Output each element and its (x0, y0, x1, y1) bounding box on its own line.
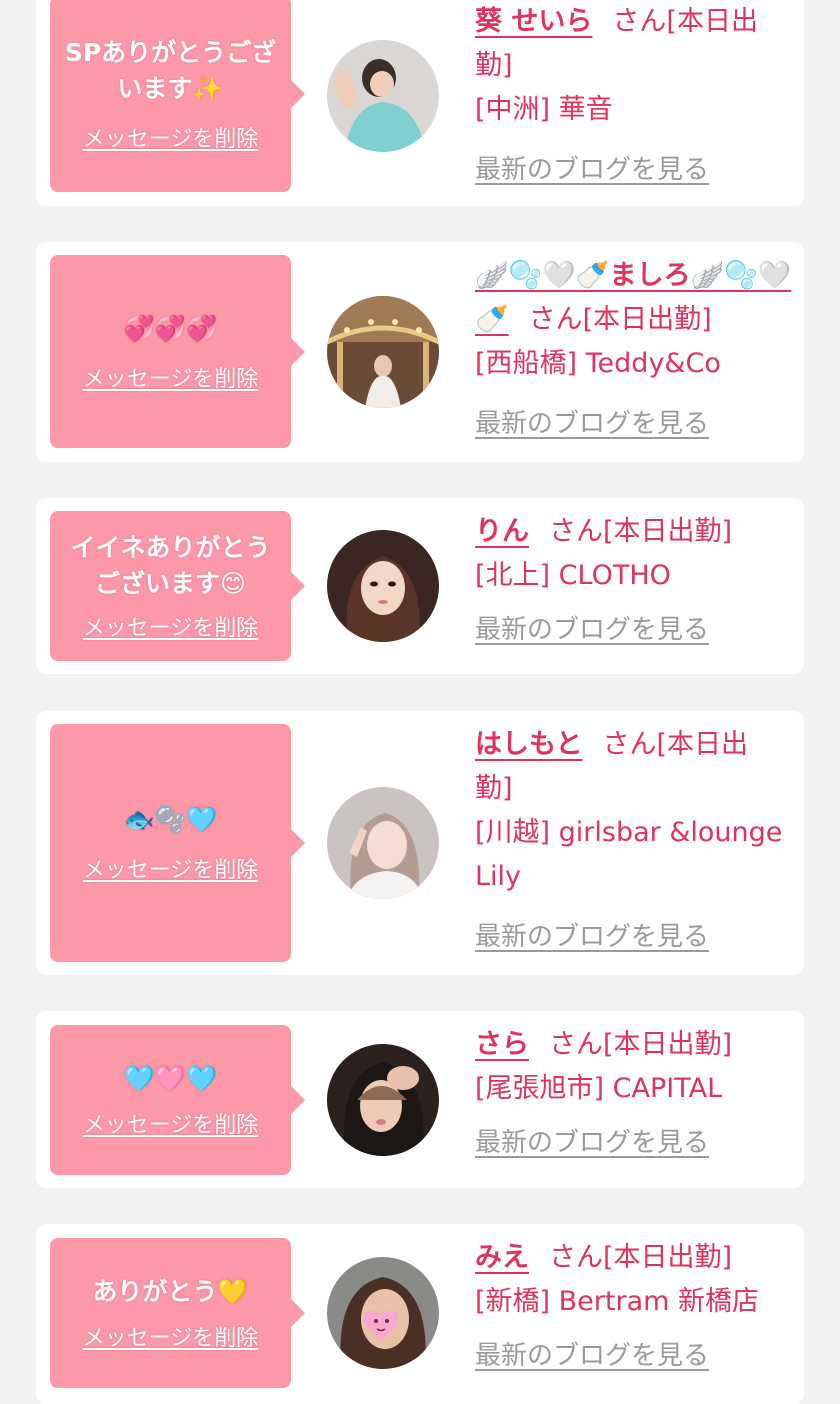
latest-blog-link[interactable]: 最新のブログを見る (475, 1334, 795, 1378)
avatar[interactable] (327, 1257, 439, 1369)
message-bubble: 🐟🫧🩵 メッセージを削除 (50, 724, 305, 962)
girl-info: はしもと さん[本日出勤] [川越] girlsbar &lounge Lily … (475, 723, 785, 959)
avatar[interactable] (327, 1044, 439, 1156)
latest-blog-link[interactable]: 最新のブログを見る (475, 148, 795, 192)
message-text: 🐟🫧🩵 (123, 805, 218, 834)
latest-blog-link[interactable]: 最新のブログを見る (475, 1121, 795, 1165)
girl-info: りん さん[本日出勤] [北上] CLOTHO 最新のブログを見る (475, 510, 795, 652)
message-text: イイネありがとうございます😊 (70, 533, 271, 598)
shop-text: [中洲] 華音 (475, 94, 613, 125)
message-bubble: 🩵🩷🩵 メッセージを削除 (50, 1025, 305, 1175)
shop-text: [尾張旭市] CAPITAL (475, 1073, 723, 1104)
status-text: さん[本日出勤] (549, 1029, 733, 1060)
message-text: SPありがとうございます✨ (64, 38, 277, 103)
latest-blog-link[interactable]: 最新のブログを見る (475, 402, 795, 446)
delete-message-link[interactable]: メッセージを削除 (83, 361, 259, 393)
avatar[interactable] (327, 787, 439, 899)
status-text: さん[本日出勤] (549, 516, 733, 547)
message-card: 🩵🩷🩵 メッセージを削除 さら さん[本日出勤] [尾張旭市] CAPITAL 最… (36, 1011, 804, 1188)
girl-name-link[interactable]: みえ (475, 1242, 529, 1273)
message-card: ありがとう💛 メッセージを削除 みえ さん[本日出勤] [新橋] Bertram … (36, 1224, 804, 1404)
girl-name-link[interactable]: さら (475, 1029, 529, 1060)
message-bubble: 💞💞💞 メッセージを削除 (50, 255, 305, 448)
girl-info: 葵 せいら さん[本日出勤] [中洲] 華音 最新のブログを見る (475, 0, 795, 192)
avatar[interactable] (327, 40, 439, 152)
avatar[interactable] (327, 530, 439, 642)
delete-message-link[interactable]: メッセージを削除 (83, 852, 259, 884)
shop-text: [新橋] Bertram 新橋店 (475, 1286, 760, 1317)
message-text: 💞💞💞 (123, 313, 218, 343)
girl-info: さら さん[本日出勤] [尾張旭市] CAPITAL 最新のブログを見る (475, 1023, 795, 1165)
message-card: 💞💞💞 メッセージを削除 🪽🫧🤍🍼ましろ🪽🫧🤍🍼 さん[本日出勤] [西船橋] T… (36, 242, 804, 462)
message-bubble: ありがとう💛 メッセージを削除 (50, 1238, 305, 1388)
latest-blog-link[interactable]: 最新のブログを見る (475, 608, 795, 652)
avatar[interactable] (327, 296, 439, 408)
status-text: さん[本日出勤] (549, 1242, 733, 1273)
message-bubble: イイネありがとうございます😊 メッセージを削除 (50, 511, 305, 661)
girl-name-link[interactable]: はしもと (475, 729, 582, 760)
delete-message-link[interactable]: メッセージを削除 (83, 610, 259, 642)
message-card: イイネありがとうございます😊 メッセージを削除 りん さん[本日出勤] [北上] … (36, 498, 804, 674)
shop-text: [北上] CLOTHO (475, 560, 671, 591)
girl-info: みえ さん[本日出勤] [新橋] Bertram 新橋店 最新のブログを見る (475, 1236, 795, 1378)
girl-name-link[interactable]: りん (475, 516, 529, 547)
message-text: 🩵🩷🩵 (123, 1064, 218, 1093)
girl-name-link[interactable]: 葵 せいら (475, 6, 592, 37)
status-text: さん[本日出勤] (528, 304, 712, 335)
girl-info: 🪽🫧🤍🍼ましろ🪽🫧🤍🍼 さん[本日出勤] [西船橋] Teddy&Co 最新のブロ… (475, 254, 795, 446)
message-bubble: SPありがとうございます✨ メッセージを削除 (50, 0, 305, 192)
message-text: ありがとう💛 (92, 1277, 249, 1306)
message-card: SPありがとうございます✨ メッセージを削除 葵 せいら さん[本日出勤] [中洲… (36, 0, 804, 206)
message-card: 🐟🫧🩵 メッセージを削除 はしもと さん[本日出勤] [川越] girlsbar … (36, 711, 804, 975)
delete-message-link[interactable]: メッセージを削除 (83, 121, 259, 153)
delete-message-link[interactable]: メッセージを削除 (83, 1320, 259, 1352)
shop-text: [川越] girlsbar &lounge Lily (475, 817, 783, 892)
latest-blog-link[interactable]: 最新のブログを見る (475, 915, 785, 959)
shop-text: [西船橋] Teddy&Co (475, 348, 721, 379)
delete-message-link[interactable]: メッセージを削除 (83, 1107, 259, 1139)
